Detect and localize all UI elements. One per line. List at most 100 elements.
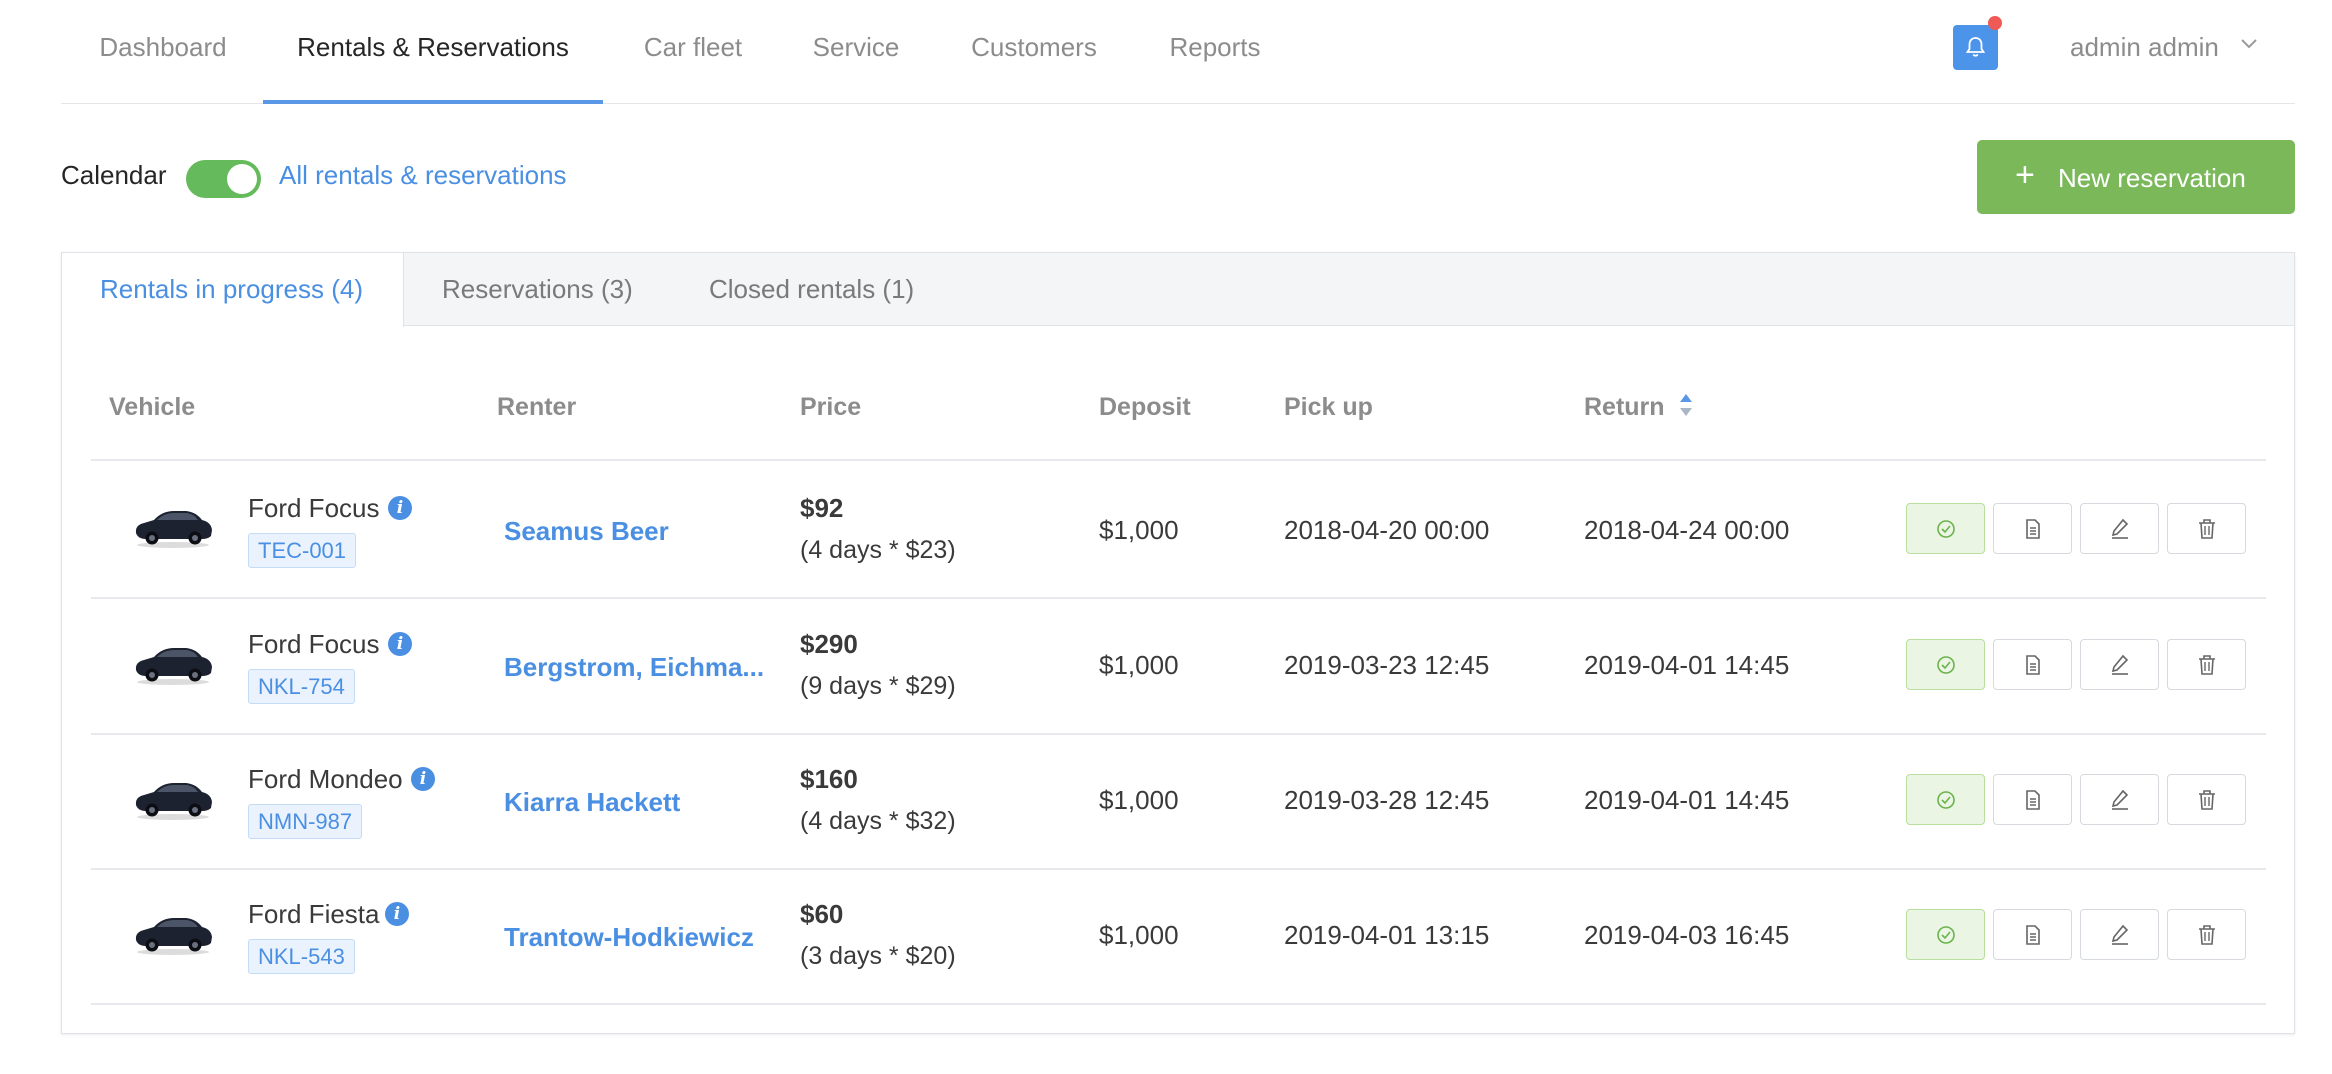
check-circle-icon [1937, 926, 1955, 944]
new-reservation-button[interactable]: + New reservation [1977, 140, 2295, 214]
view-toggle[interactable] [186, 160, 261, 198]
row-divider [91, 597, 2266, 599]
complete-rental-button[interactable] [1906, 909, 1985, 960]
document-icon [2026, 790, 2040, 810]
license-plate: NKL-543 [248, 939, 355, 974]
check-circle-icon [1937, 520, 1955, 538]
renter-link[interactable]: Kiarra Hackett [504, 787, 680, 818]
check-circle-icon [1937, 791, 1955, 809]
edit-icon [2111, 518, 2129, 539]
info-icon[interactable]: i [388, 496, 412, 520]
document-button[interactable] [1993, 774, 2072, 825]
car-image [135, 783, 212, 820]
pickup-date: 2018-04-20 00:00 [1284, 515, 1490, 545]
complete-rental-button[interactable] [1906, 639, 1985, 690]
info-icon[interactable]: i [411, 767, 435, 791]
pickup-date: 2019-03-28 12:45 [1284, 785, 1490, 815]
header-return[interactable]: Return [1584, 393, 1665, 422]
renter-link[interactable]: Seamus Beer [504, 516, 669, 547]
document-button[interactable] [1993, 639, 2072, 690]
license-plate: NMN-987 [248, 804, 363, 839]
delete-button[interactable] [2167, 909, 2246, 960]
complete-rental-button[interactable] [1906, 774, 1985, 825]
vehicle-model: Ford Focus [248, 493, 380, 523]
return-date: 2019-04-03 16:45 [1584, 920, 1790, 950]
renter-link[interactable]: Trantow-Hodkiewicz [504, 922, 754, 953]
check-circle-icon [1937, 656, 1955, 674]
rentals-panel: Rentals in progress (4) Reservations (3)… [61, 252, 2295, 1034]
document-button[interactable] [1993, 909, 2072, 960]
price-total: $92 [800, 493, 844, 523]
renter-link[interactable]: Bergstrom, Eichma... [504, 652, 764, 683]
trash-icon [2199, 925, 2215, 945]
delete-button[interactable] [2167, 639, 2246, 690]
vehicle-model: Ford Mondeo [248, 764, 403, 794]
edit-button[interactable] [2080, 503, 2159, 554]
trash-icon [2199, 655, 2215, 675]
deposit-value: $1,000 [1099, 785, 1179, 815]
table-divider [91, 459, 2266, 461]
nav-reports[interactable]: Reports [1167, 0, 1263, 103]
edit-icon [2111, 924, 2129, 945]
nav-dashboard[interactable]: Dashboard [97, 0, 229, 103]
return-date: 2019-04-01 14:45 [1584, 650, 1790, 680]
vehicle-model: Ford Fiesta [248, 899, 380, 929]
document-button[interactable] [1993, 503, 2072, 554]
complete-rental-button[interactable] [1906, 503, 1985, 554]
calendar-label: Calendar [61, 160, 167, 190]
document-icon [2026, 925, 2040, 945]
edit-icon [2111, 789, 2129, 810]
header-renter[interactable]: Renter [497, 393, 576, 422]
vehicle-model: Ford Focus [248, 629, 380, 659]
nav-car-fleet[interactable]: Car fleet [637, 0, 749, 103]
trash-icon [2199, 519, 2215, 539]
edit-icon [2111, 654, 2129, 675]
info-icon[interactable]: i [388, 632, 412, 656]
edit-button[interactable] [2080, 774, 2159, 825]
row-divider [91, 733, 2266, 735]
notifications-button[interactable] [1953, 25, 1998, 70]
trash-icon [2199, 790, 2215, 810]
all-rentals-link[interactable]: All rentals & reservations [279, 160, 567, 191]
return-date: 2019-04-01 14:45 [1584, 785, 1790, 815]
pickup-date: 2019-04-01 13:15 [1284, 920, 1490, 950]
tab-reservations[interactable]: Reservations (3) [442, 253, 633, 325]
delete-button[interactable] [2167, 774, 2246, 825]
tab-closed-rentals[interactable]: Closed rentals (1) [709, 253, 914, 325]
pickup-date: 2019-03-23 12:45 [1284, 650, 1490, 680]
price-total: $60 [800, 899, 844, 929]
nav-service[interactable]: Service [810, 0, 902, 103]
tab-rentals-in-progress[interactable]: Rentals in progress (4) [62, 253, 404, 327]
header-price[interactable]: Price [800, 393, 861, 422]
deposit-value: $1,000 [1099, 515, 1179, 545]
price-calculation: (9 days * $29) [800, 672, 956, 700]
price-total: $290 [800, 629, 858, 659]
row-divider [91, 868, 2266, 870]
nav-customers[interactable]: Customers [969, 0, 1099, 103]
price-calculation: (4 days * $23) [800, 536, 956, 564]
license-plate: NKL-754 [248, 669, 355, 704]
delete-button[interactable] [2167, 503, 2246, 554]
car-image [135, 918, 212, 955]
car-image [135, 511, 212, 548]
header-deposit[interactable]: Deposit [1099, 393, 1191, 422]
chevron-down-icon[interactable] [2240, 38, 2258, 50]
price-calculation: (4 days * $32) [800, 807, 956, 835]
edit-button[interactable] [2080, 909, 2159, 960]
tab-bar: Rentals in progress (4) Reservations (3)… [62, 253, 2294, 327]
nav-rentals-reservations[interactable]: Rentals & Reservations [263, 0, 603, 104]
deposit-value: $1,000 [1099, 650, 1179, 680]
notification-badge [1988, 16, 2002, 30]
sort-icon[interactable] [1678, 391, 1694, 419]
new-reservation-label: New reservation [2058, 163, 2246, 193]
price-total: $160 [800, 764, 858, 794]
header-vehicle[interactable]: Vehicle [109, 393, 195, 422]
edit-button[interactable] [2080, 639, 2159, 690]
car-image [135, 648, 212, 685]
document-icon [2026, 655, 2040, 675]
toggle-knob [227, 164, 257, 194]
plus-icon: + [2015, 156, 2035, 194]
header-pickup[interactable]: Pick up [1284, 393, 1373, 422]
user-menu[interactable]: admin admin [2070, 0, 2219, 95]
info-icon[interactable]: i [385, 902, 409, 926]
